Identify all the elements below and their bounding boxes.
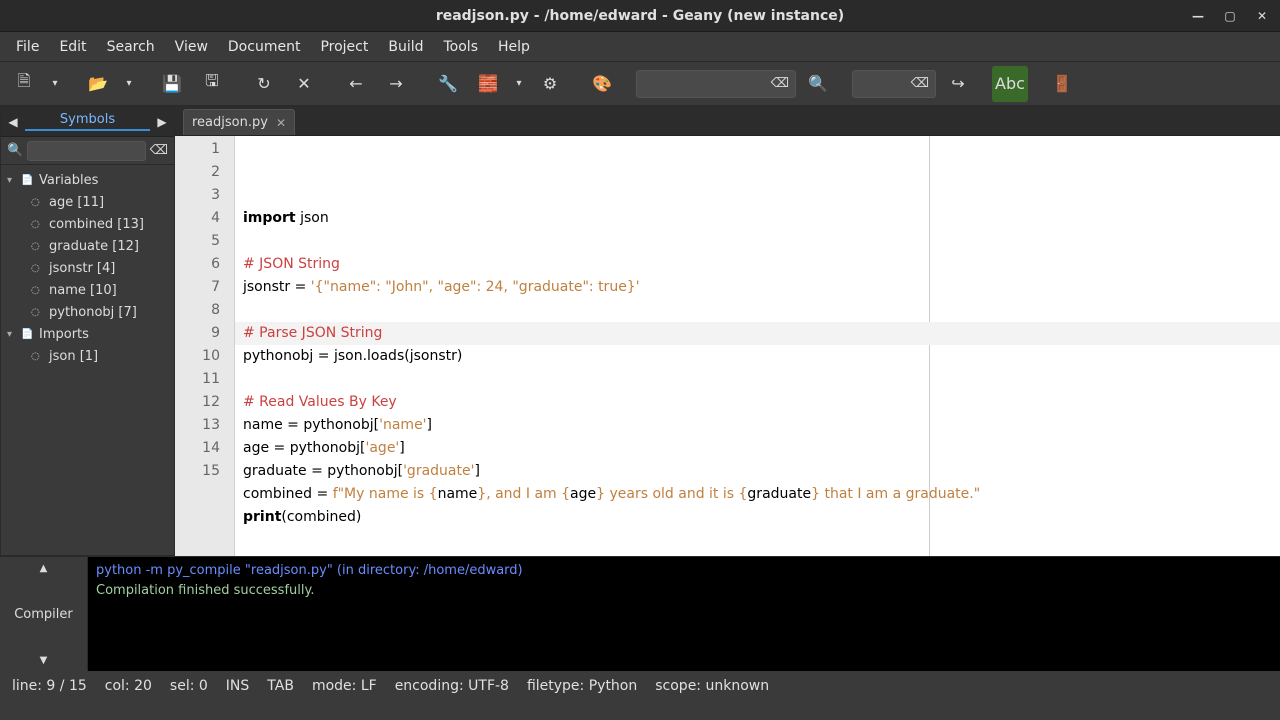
sidebar-next-button[interactable]: ▶ — [150, 115, 174, 129]
open-recent-dropdown[interactable]: ▾ — [120, 66, 138, 102]
editor-area: readjson.py ✕ 123456789101112131415 impo… — [175, 106, 1280, 556]
tab-bar: readjson.py ✕ — [175, 106, 1280, 136]
menu-view[interactable]: View — [165, 35, 218, 59]
tree-item[interactable]: ◌graduate [12] — [3, 235, 172, 257]
search-icon: 🔍 — [7, 143, 23, 158]
code-editor[interactable]: 123456789101112131415 import json # JSON… — [175, 136, 1280, 556]
tree-item[interactable]: ◌json [1] — [3, 345, 172, 367]
tab-close-button[interactable]: ✕ — [276, 116, 286, 130]
status-col: col: 20 — [105, 678, 152, 694]
sidebar: ◀ Symbols ▶ 🔍 ⌫ ▾📄Variables◌age [11]◌com… — [0, 106, 175, 556]
status-scope: scope: unknown — [655, 678, 769, 694]
menu-document[interactable]: Document — [218, 35, 311, 59]
sidebar-prev-button[interactable]: ◀ — [1, 115, 25, 129]
compiler-output-line: python -m py_compile "readjson.py" (in d… — [96, 561, 1272, 581]
symbol-tree[interactable]: ▾📄Variables◌age [11]◌combined [13]◌gradu… — [1, 165, 174, 555]
new-file-button[interactable]: 🗎 — [6, 66, 42, 102]
bottom-panel-down-button[interactable]: ▼ — [0, 649, 87, 671]
color-chooser-button[interactable]: 🎨 — [584, 66, 620, 102]
tree-group[interactable]: ▾📄Variables — [3, 169, 172, 191]
save-button[interactable]: 💾 — [154, 66, 190, 102]
statusbar: line: 9 / 15 col: 20 sel: 0 INS TAB mode… — [0, 671, 1280, 701]
menu-edit[interactable]: Edit — [49, 35, 96, 59]
symbol-filter-input[interactable] — [27, 141, 145, 161]
save-all-button[interactable]: 🖫 — [194, 66, 230, 102]
status-ins: INS — [226, 678, 250, 694]
line-number-gutter: 123456789101112131415 — [175, 136, 235, 556]
replace-button[interactable]: Abc — [992, 66, 1028, 102]
status-encoding: encoding: UTF-8 — [395, 678, 509, 694]
status-line: line: 9 / 15 — [12, 678, 87, 694]
sidebar-tab-symbols[interactable]: Symbols — [25, 112, 150, 131]
code-content[interactable]: import json # JSON Stringjsonstr = '{"na… — [235, 136, 1280, 556]
bottom-panel-up-button[interactable]: ▲ — [0, 557, 87, 579]
minimize-button[interactable]: — — [1186, 4, 1210, 28]
compiler-output-line: Compilation finished successfully. — [96, 581, 1272, 601]
close-file-button[interactable]: ✕ — [286, 66, 322, 102]
compiler-output[interactable]: python -m py_compile "readjson.py" (in d… — [88, 557, 1280, 671]
find-button[interactable]: 🔍 — [800, 66, 836, 102]
tree-item[interactable]: ◌name [10] — [3, 279, 172, 301]
quit-button[interactable]: 🚪 — [1044, 66, 1080, 102]
status-mode: mode: LF — [312, 678, 377, 694]
menu-tools[interactable]: Tools — [434, 35, 489, 59]
tree-item[interactable]: ◌combined [13] — [3, 213, 172, 235]
clear-icon[interactable]: ⌫ — [771, 76, 789, 91]
menu-search[interactable]: Search — [97, 35, 165, 59]
tree-item[interactable]: ◌pythonobj [7] — [3, 301, 172, 323]
bottom-tab-compiler[interactable]: Compiler — [0, 579, 87, 649]
bottom-panel: ▲ Compiler ▼ python -m py_compile "readj… — [0, 556, 1280, 671]
menubar: FileEditSearchViewDocumentProjectBuildTo… — [0, 32, 1280, 62]
main-area: ◀ Symbols ▶ 🔍 ⌫ ▾📄Variables◌age [11]◌com… — [0, 106, 1280, 556]
file-tab[interactable]: readjson.py ✕ — [183, 109, 295, 135]
goto-button[interactable]: ↪ — [940, 66, 976, 102]
status-sel: sel: 0 — [170, 678, 208, 694]
execute-button[interactable]: ⚙ — [532, 66, 568, 102]
compile-button[interactable]: 🔧 — [430, 66, 466, 102]
new-file-dropdown[interactable]: ▾ — [46, 66, 64, 102]
reload-button[interactable]: ↻ — [246, 66, 282, 102]
file-tab-label: readjson.py — [192, 115, 268, 130]
clear-icon[interactable]: ⌫ — [150, 143, 168, 158]
toolbar: 🗎 ▾ 📂 ▾ 💾 🖫 ↻ ✕ ← → 🔧 🧱 ▾ ⚙ 🎨 ⌫ 🔍 ⌫ ↪ Ab… — [0, 62, 1280, 106]
build-button[interactable]: 🧱 — [470, 66, 506, 102]
maximize-button[interactable]: ▢ — [1218, 4, 1242, 28]
clear-icon[interactable]: ⌫ — [911, 76, 929, 91]
goto-line-input[interactable]: ⌫ — [852, 70, 936, 98]
status-tab: TAB — [267, 678, 294, 694]
build-dropdown[interactable]: ▾ — [510, 66, 528, 102]
titlebar: readjson.py - /home/edward - Geany (new … — [0, 0, 1280, 32]
window-title: readjson.py - /home/edward - Geany (new … — [436, 8, 844, 24]
open-file-button[interactable]: 📂 — [80, 66, 116, 102]
close-button[interactable]: ✕ — [1250, 4, 1274, 28]
nav-back-button[interactable]: ← — [338, 66, 374, 102]
tree-group[interactable]: ▾📄Imports — [3, 323, 172, 345]
status-filetype: filetype: Python — [527, 678, 637, 694]
menu-project[interactable]: Project — [310, 35, 378, 59]
tree-item[interactable]: ◌jsonstr [4] — [3, 257, 172, 279]
menu-help[interactable]: Help — [488, 35, 540, 59]
find-input[interactable]: ⌫ — [636, 70, 796, 98]
nav-forward-button[interactable]: → — [378, 66, 414, 102]
tree-item[interactable]: ◌age [11] — [3, 191, 172, 213]
menu-file[interactable]: File — [6, 35, 49, 59]
menu-build[interactable]: Build — [378, 35, 433, 59]
